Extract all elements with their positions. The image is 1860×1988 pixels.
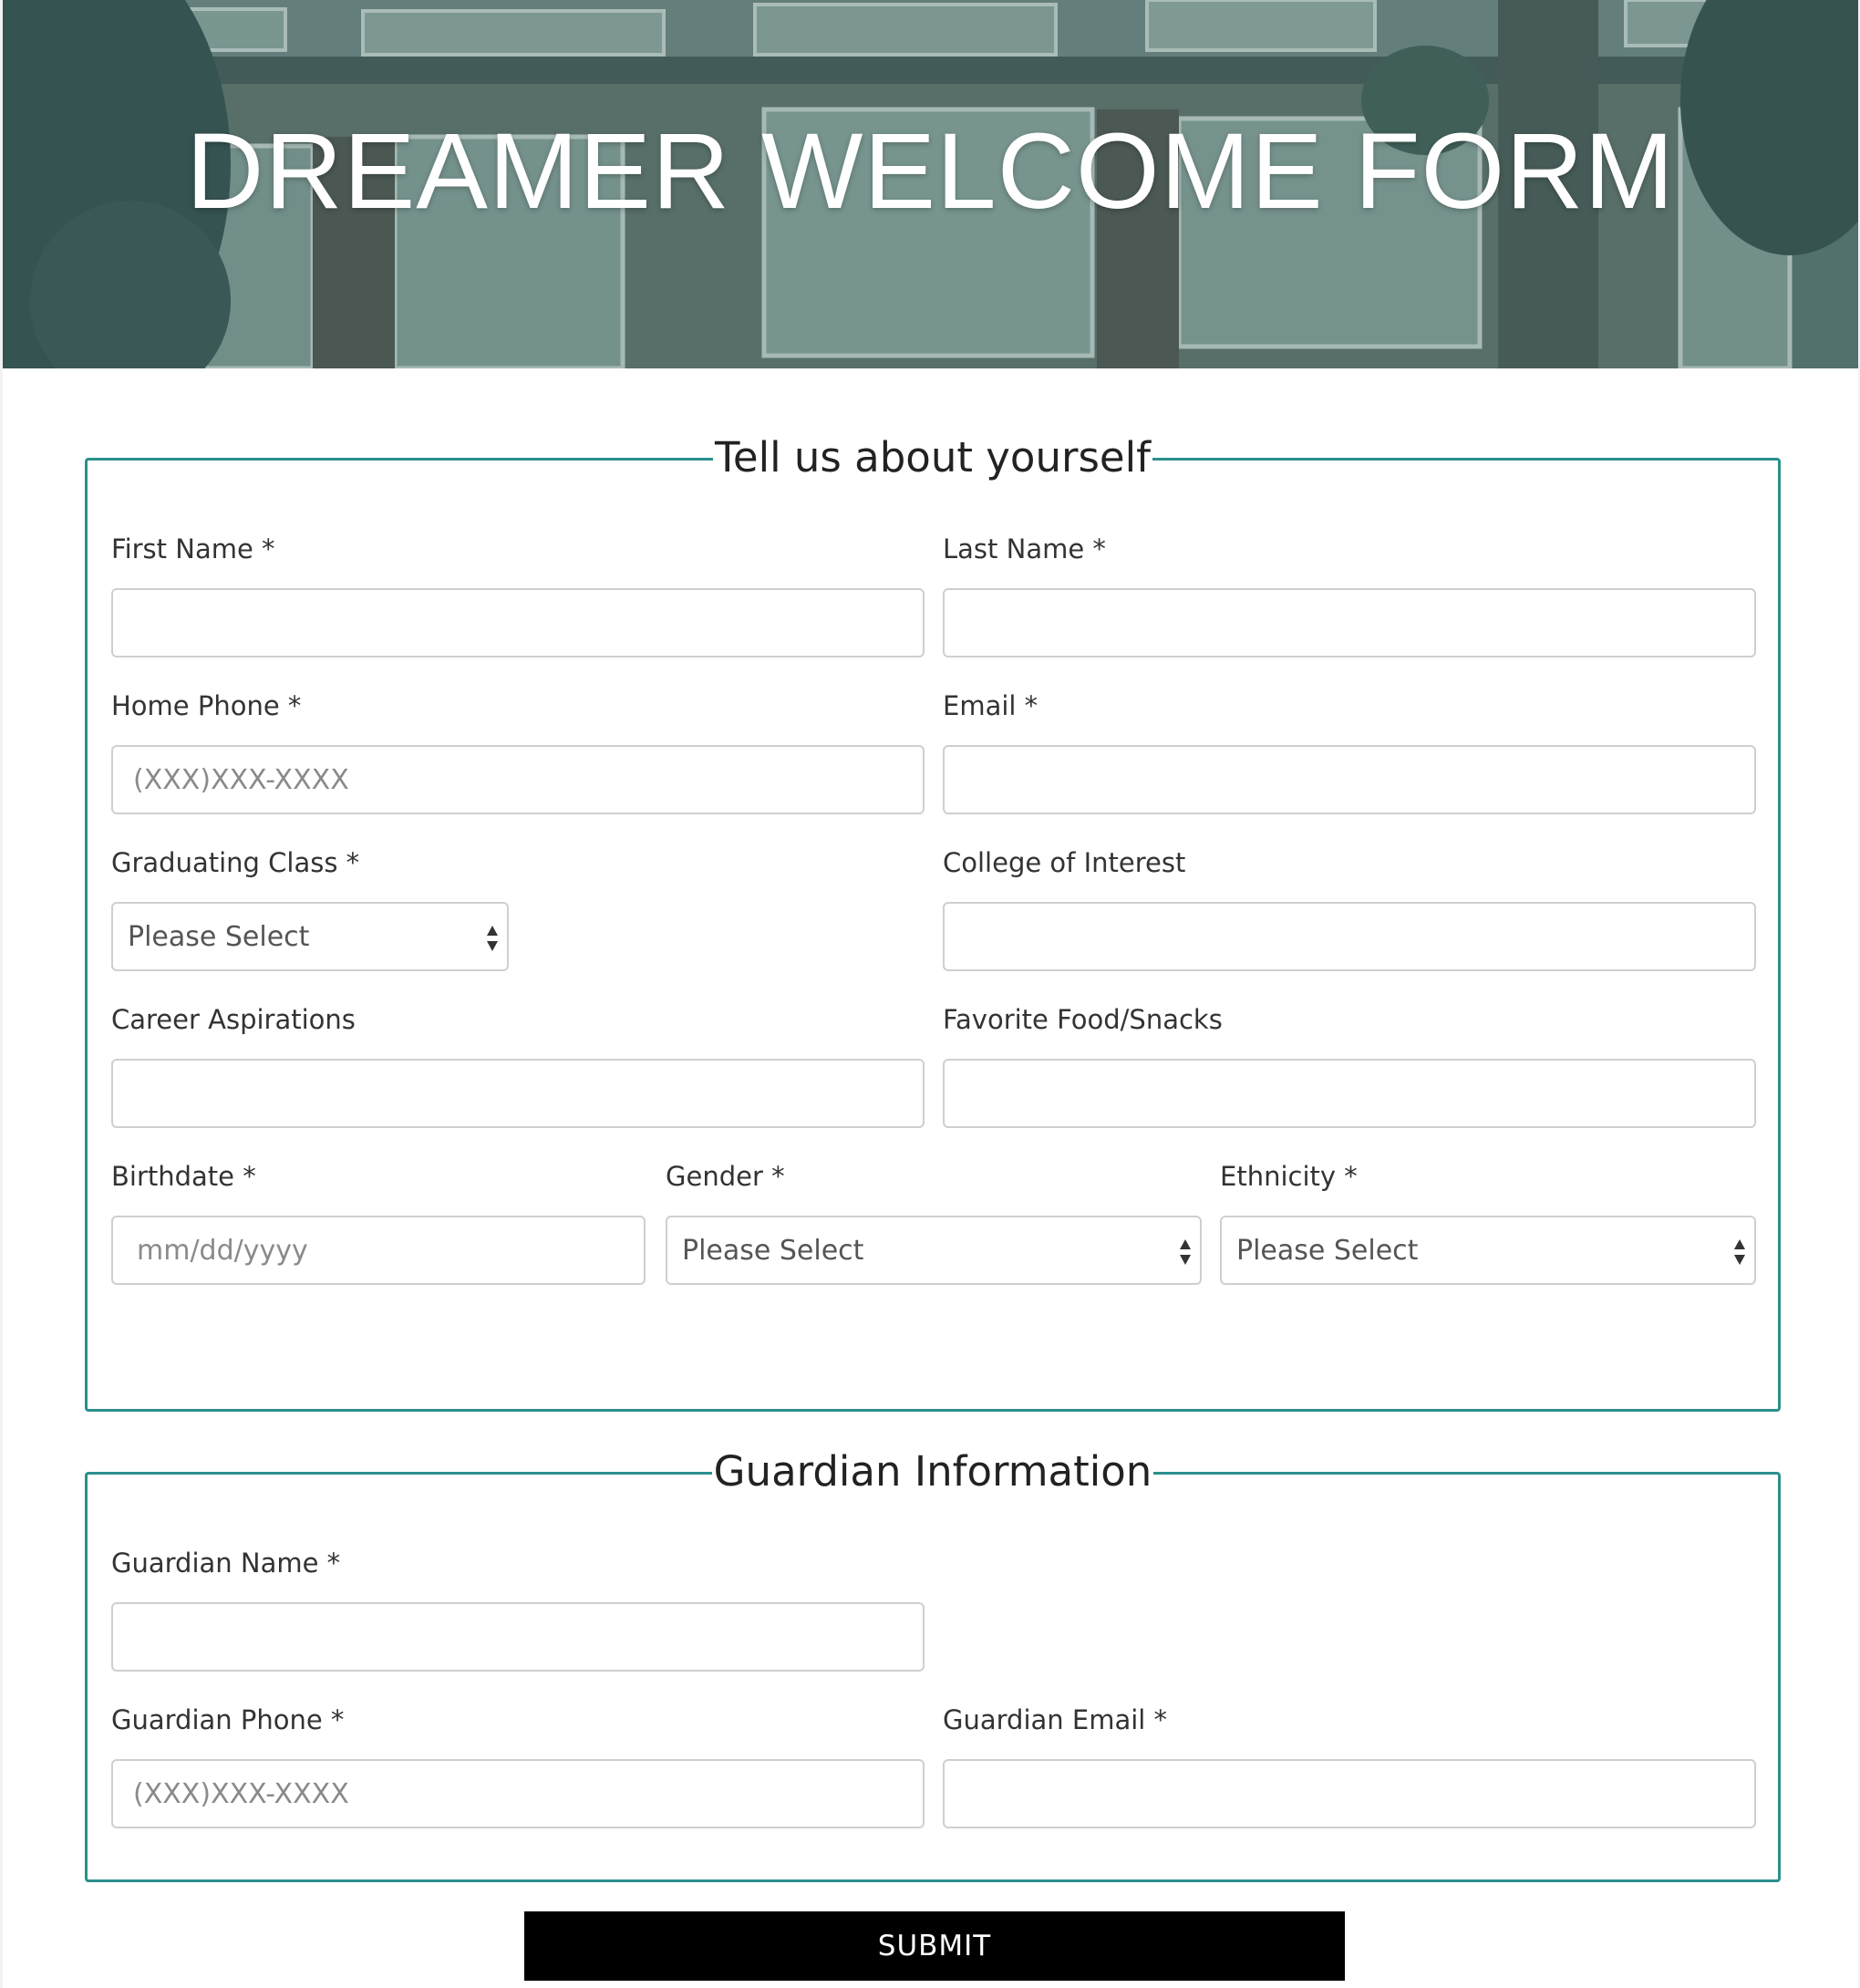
email-label: Email * xyxy=(943,690,1038,721)
favorite-food-input[interactable] xyxy=(943,1059,1756,1128)
ethnicity-select[interactable]: Please Select xyxy=(1220,1216,1756,1285)
guardian-legend: Guardian Information xyxy=(711,1444,1154,1499)
page-title: DREAMER WELCOME FORM xyxy=(186,111,1675,232)
guardian-email-input[interactable] xyxy=(943,1759,1756,1828)
first-name-label: First Name * xyxy=(111,533,275,564)
home-phone-input[interactable] xyxy=(111,745,925,814)
guardian-phone-label: Guardian Phone * xyxy=(111,1704,345,1735)
last-name-input[interactable] xyxy=(943,588,1756,657)
first-name-input[interactable] xyxy=(111,588,925,657)
about-legend: Tell us about yourself xyxy=(713,430,1152,485)
graduating-class-label: Graduating Class * xyxy=(111,847,360,878)
page: DREAMER WELCOME FORM Tell us about yours… xyxy=(3,0,1858,1988)
header-banner: DREAMER WELCOME FORM xyxy=(3,0,1858,368)
gender-select[interactable]: Please Select xyxy=(666,1216,1202,1285)
guardian-name-label: Guardian Name * xyxy=(111,1548,341,1579)
career-aspirations-input[interactable] xyxy=(111,1059,925,1128)
college-of-interest-input[interactable] xyxy=(943,902,1756,971)
email-input[interactable] xyxy=(943,745,1756,814)
gender-selected: Please Select xyxy=(682,1234,864,1267)
birthdate-label: Birthdate * xyxy=(111,1161,256,1192)
home-phone-label: Home Phone * xyxy=(111,690,302,721)
graduating-class-select[interactable]: Please Select xyxy=(111,902,509,971)
last-name-label: Last Name * xyxy=(943,533,1106,564)
gender-label: Gender * xyxy=(666,1161,785,1192)
ethnicity-label: Ethnicity * xyxy=(1220,1161,1358,1192)
up-down-arrows-icon xyxy=(487,926,498,951)
ethnicity-selected: Please Select xyxy=(1236,1234,1419,1267)
birthdate-input[interactable] xyxy=(111,1216,646,1285)
guardian-name-input[interactable] xyxy=(111,1602,925,1672)
career-aspirations-label: Career Aspirations xyxy=(111,1004,356,1035)
favorite-food-label: Favorite Food/Snacks xyxy=(943,1004,1223,1035)
about-fieldset: Tell us about yourself First Name * Last… xyxy=(85,430,1781,1412)
college-of-interest-label: College of Interest xyxy=(943,847,1186,878)
guardian-fieldset: Guardian Information Guardian Name * Gua… xyxy=(85,1444,1781,1882)
submit-button[interactable]: SUBMIT xyxy=(524,1911,1345,1981)
guardian-email-label: Guardian Email * xyxy=(943,1704,1168,1735)
up-down-arrows-icon xyxy=(1180,1239,1191,1265)
guardian-phone-input[interactable] xyxy=(111,1759,925,1828)
up-down-arrows-icon xyxy=(1734,1239,1745,1265)
graduating-class-selected: Please Select xyxy=(128,920,310,953)
